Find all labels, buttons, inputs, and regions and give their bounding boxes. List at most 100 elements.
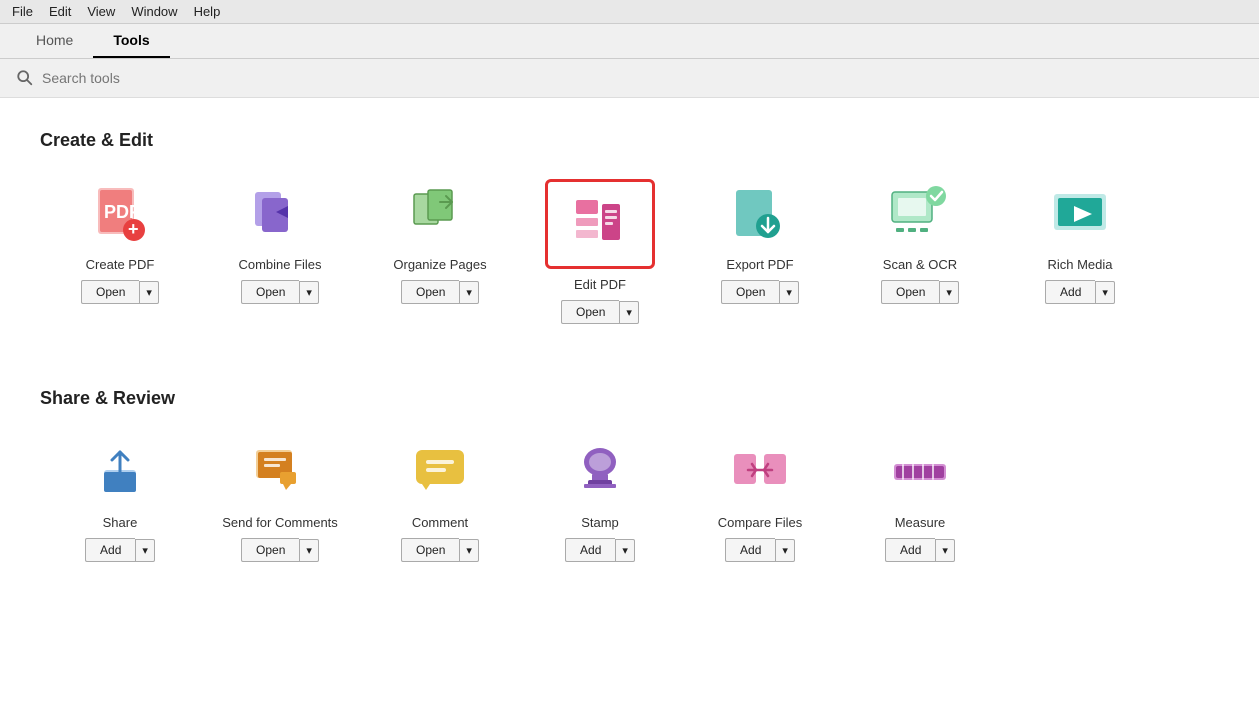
share-review-section: Share & Review Share Add ▾ <box>40 388 1219 586</box>
tool-create-pdf: PDF + Create PDF Open ▾ <box>40 179 200 324</box>
measure-add-btn[interactable]: Add <box>885 538 935 562</box>
export-pdf-dropdown-btn[interactable]: ▾ <box>779 281 799 304</box>
share-review-title: Share & Review <box>40 388 1219 409</box>
search-input[interactable] <box>42 70 242 86</box>
scan-ocr-open-btn[interactable]: Open <box>881 280 939 304</box>
edit-pdf-icon <box>570 194 630 254</box>
edit-pdf-btn-group: Open ▾ <box>561 300 639 324</box>
tool-export-pdf: Export PDF Open ▾ <box>680 179 840 324</box>
combine-files-dropdown-btn[interactable]: ▾ <box>299 281 319 304</box>
share-icon-wrapper <box>80 437 160 507</box>
share-btn-group: Add ▾ <box>85 538 155 562</box>
compare-files-add-btn[interactable]: Add <box>725 538 775 562</box>
stamp-name: Stamp <box>581 515 619 530</box>
edit-pdf-dropdown-btn[interactable]: ▾ <box>619 301 639 324</box>
compare-files-name: Compare Files <box>718 515 803 530</box>
svg-text:+: + <box>128 219 139 239</box>
combine-files-open-btn[interactable]: Open <box>241 280 299 304</box>
create-edit-grid: PDF + Create PDF Open ▾ <box>40 179 1219 348</box>
export-pdf-icon-wrapper <box>720 179 800 249</box>
rich-media-icon-wrapper <box>1040 179 1120 249</box>
rich-media-add-btn[interactable]: Add <box>1045 280 1095 304</box>
create-pdf-icon: PDF + <box>90 184 150 244</box>
tab-tools[interactable]: Tools <box>93 24 169 58</box>
compare-files-icon <box>730 442 790 502</box>
scan-ocr-icon <box>888 184 952 244</box>
combine-files-icon-wrapper <box>240 179 320 249</box>
send-for-comments-dropdown-btn[interactable]: ▾ <box>299 539 319 562</box>
tool-stamp: Stamp Add ▾ <box>520 437 680 562</box>
menu-view[interactable]: View <box>87 4 115 19</box>
edit-pdf-open-btn[interactable]: Open <box>561 300 619 324</box>
tool-organize-pages: Organize Pages Open ▾ <box>360 179 520 324</box>
rich-media-btn-group: Add ▾ <box>1045 280 1115 304</box>
create-pdf-open-btn[interactable]: Open <box>81 280 139 304</box>
scan-ocr-dropdown-btn[interactable]: ▾ <box>939 281 959 304</box>
stamp-add-btn[interactable]: Add <box>565 538 615 562</box>
create-edit-title: Create & Edit <box>40 130 1219 151</box>
scan-ocr-name: Scan & OCR <box>883 257 957 272</box>
rich-media-name: Rich Media <box>1047 257 1112 272</box>
menu-edit[interactable]: Edit <box>49 4 71 19</box>
combine-files-icon <box>250 184 310 244</box>
tool-measure: Measure Add ▾ <box>840 437 1000 562</box>
search-icon <box>16 69 34 87</box>
menu-file[interactable]: File <box>12 4 33 19</box>
create-edit-section: Create & Edit PDF + Create PDF Open ▾ <box>40 130 1219 348</box>
compare-files-icon-wrapper <box>720 437 800 507</box>
menu-window[interactable]: Window <box>131 4 177 19</box>
stamp-dropdown-btn[interactable]: ▾ <box>615 539 635 562</box>
tabbar: Home Tools <box>0 24 1259 59</box>
export-pdf-icon <box>730 184 790 244</box>
share-dropdown-btn[interactable]: ▾ <box>135 539 155 562</box>
tool-compare-files: Compare Files Add ▾ <box>680 437 840 562</box>
menubar: File Edit View Window Help <box>0 0 1259 24</box>
menu-help[interactable]: Help <box>194 4 221 19</box>
organize-pages-open-btn[interactable]: Open <box>401 280 459 304</box>
tab-home[interactable]: Home <box>16 24 93 58</box>
send-for-comments-name: Send for Comments <box>222 515 338 530</box>
stamp-icon <box>570 442 630 502</box>
rich-media-dropdown-btn[interactable]: ▾ <box>1095 281 1115 304</box>
compare-files-btn-group: Add ▾ <box>725 538 795 562</box>
organize-pages-icon-wrapper <box>400 179 480 249</box>
send-for-comments-open-btn[interactable]: Open <box>241 538 299 562</box>
main-content: Create & Edit PDF + Create PDF Open ▾ <box>0 98 1259 713</box>
tool-comment: Comment Open ▾ <box>360 437 520 562</box>
scan-ocr-icon-wrapper <box>880 179 960 249</box>
comment-icon-wrapper <box>400 437 480 507</box>
combine-files-btn-group: Open ▾ <box>241 280 319 304</box>
combine-files-name: Combine Files <box>238 257 321 272</box>
send-for-comments-icon-wrapper <box>240 437 320 507</box>
export-pdf-open-btn[interactable]: Open <box>721 280 779 304</box>
share-review-grid: Share Add ▾ Se <box>40 437 1219 586</box>
send-for-comments-btn-group: Open ▾ <box>241 538 319 562</box>
measure-btn-group: Add ▾ <box>885 538 955 562</box>
tool-rich-media: Rich Media Add ▾ <box>1000 179 1160 324</box>
share-name: Share <box>103 515 138 530</box>
send-for-comments-icon <box>250 442 310 502</box>
share-add-btn[interactable]: Add <box>85 538 135 562</box>
comment-open-btn[interactable]: Open <box>401 538 459 562</box>
measure-dropdown-btn[interactable]: ▾ <box>935 539 955 562</box>
comment-dropdown-btn[interactable]: ▾ <box>459 539 479 562</box>
edit-pdf-icon-wrapper <box>545 179 655 269</box>
rich-media-icon <box>1050 184 1110 244</box>
create-pdf-icon-wrapper: PDF + <box>80 179 160 249</box>
tool-share: Share Add ▾ <box>40 437 200 562</box>
tool-scan-ocr: Scan & OCR Open ▾ <box>840 179 1000 324</box>
export-pdf-name: Export PDF <box>726 257 793 272</box>
compare-files-dropdown-btn[interactable]: ▾ <box>775 539 795 562</box>
share-icon <box>90 442 150 502</box>
stamp-icon-wrapper <box>560 437 640 507</box>
tool-combine-files: Combine Files Open ▾ <box>200 179 360 324</box>
organize-pages-btn-group: Open ▾ <box>401 280 479 304</box>
create-pdf-dropdown-btn[interactable]: ▾ <box>139 281 159 304</box>
organize-pages-dropdown-btn[interactable]: ▾ <box>459 281 479 304</box>
measure-icon <box>890 442 950 502</box>
comment-name: Comment <box>412 515 468 530</box>
measure-icon-wrapper <box>880 437 960 507</box>
searchbar <box>0 59 1259 98</box>
organize-pages-icon <box>410 184 470 244</box>
comment-btn-group: Open ▾ <box>401 538 479 562</box>
